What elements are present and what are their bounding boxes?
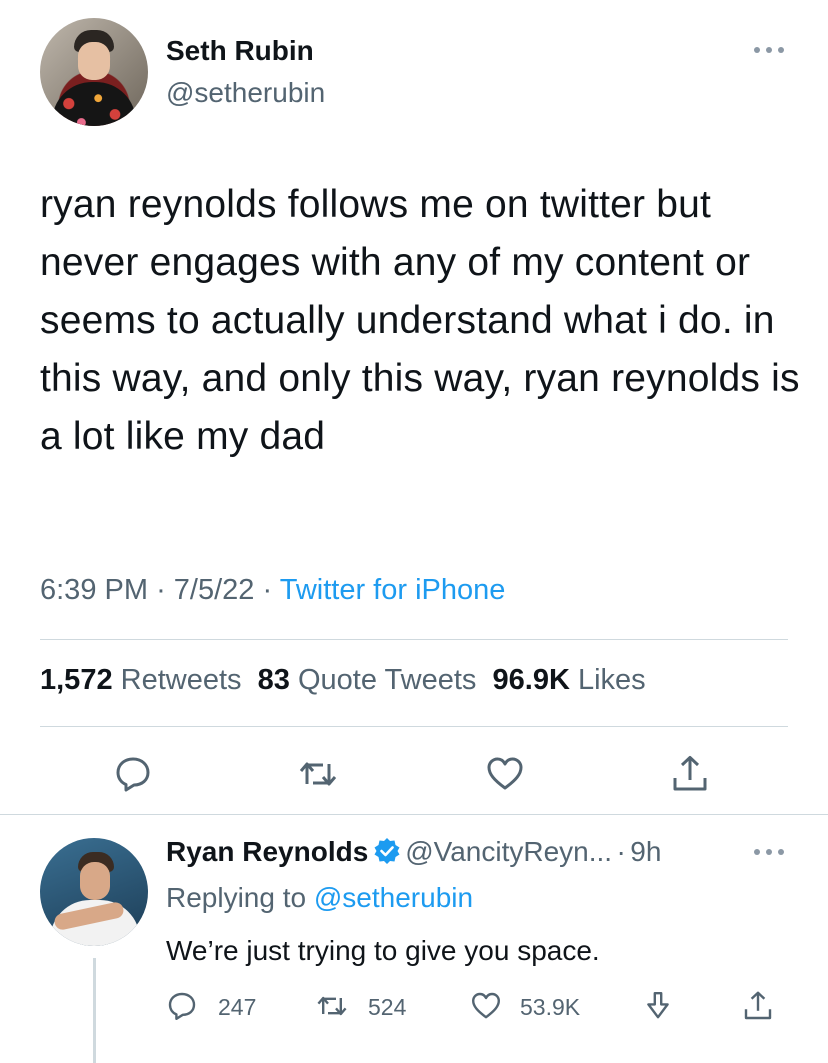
like-count: 53.9K <box>520 994 581 1020</box>
divider-top <box>40 639 788 640</box>
quotes-count: 83 <box>257 664 290 696</box>
retweet-count: 524 <box>368 994 407 1020</box>
reply-header: Ryan Reynolds @VancityReyn... · 9h <box>166 836 661 868</box>
reply-author-avatar[interactable] <box>40 838 148 946</box>
reply-author-handle[interactable]: @VancityReyn... <box>405 836 612 867</box>
reply-more-options-icon[interactable] <box>752 846 786 858</box>
share-icon[interactable] <box>670 754 710 794</box>
reply-text: We’re just trying to give you space. <box>166 935 600 966</box>
quotes-label: Quote Tweets <box>297 664 477 696</box>
retweet-icon[interactable] <box>298 754 338 794</box>
replying-to-label: Replying to <box>166 882 307 913</box>
likes-label: Likes <box>577 664 646 696</box>
replying-to: Replying to @setherubin <box>166 882 473 914</box>
avatar-face <box>80 862 110 900</box>
tweet-time[interactable]: 6:39 PM <box>40 574 148 606</box>
replying-to-handle[interactable]: @setherubin <box>314 882 473 913</box>
reply-icon[interactable] <box>113 754 153 794</box>
author-name[interactable]: Seth Rubin <box>166 35 314 67</box>
like-icon[interactable] <box>485 754 525 794</box>
likes-stat[interactable]: 96.9K Likes <box>493 664 646 696</box>
reply-age[interactable]: 9h <box>630 836 661 867</box>
reply-reply-icon[interactable] <box>166 990 198 1022</box>
meta-separator: · <box>156 574 166 606</box>
tweet-meta: 6:39 PM · 7/5/22 · Twitter for iPhone <box>40 574 505 607</box>
retweets-label: Retweets <box>120 664 242 696</box>
reply-count: 247 <box>218 994 257 1020</box>
thread-line <box>93 958 96 1063</box>
retweets-stat[interactable]: 1,572 Retweets <box>40 664 242 696</box>
likes-count: 96.9K <box>492 664 570 696</box>
divider-bottom <box>40 726 788 727</box>
reply-separator: · <box>616 836 626 867</box>
thread-divider <box>0 814 828 815</box>
tweet-stats: 1,572 Retweets 83 Quote Tweets 96.9K Lik… <box>40 664 646 697</box>
author-avatar[interactable] <box>40 18 148 126</box>
meta-separator-2: · <box>262 574 273 606</box>
download-icon[interactable] <box>642 990 674 1022</box>
tweet-source[interactable]: Twitter for iPhone <box>280 574 506 606</box>
tweet-date[interactable]: 7/5/22 <box>174 574 255 606</box>
reply-like-icon[interactable] <box>470 990 502 1022</box>
reply-author-name[interactable]: Ryan Reynolds <box>166 836 368 867</box>
quotes-stat[interactable]: 83 Quote Tweets <box>258 664 477 696</box>
retweets-count: 1,572 <box>40 664 113 696</box>
avatar-face <box>78 42 110 80</box>
author-handle[interactable]: @setherubin <box>166 77 325 109</box>
avatar-shirt-pattern <box>52 82 136 126</box>
reply-retweet-icon[interactable] <box>316 990 348 1022</box>
more-options-icon[interactable] <box>752 44 786 56</box>
verified-badge-icon <box>374 838 400 864</box>
reply-share-icon[interactable] <box>742 990 774 1022</box>
tweet-text: ryan reynolds follows me on twitter but … <box>40 183 800 458</box>
